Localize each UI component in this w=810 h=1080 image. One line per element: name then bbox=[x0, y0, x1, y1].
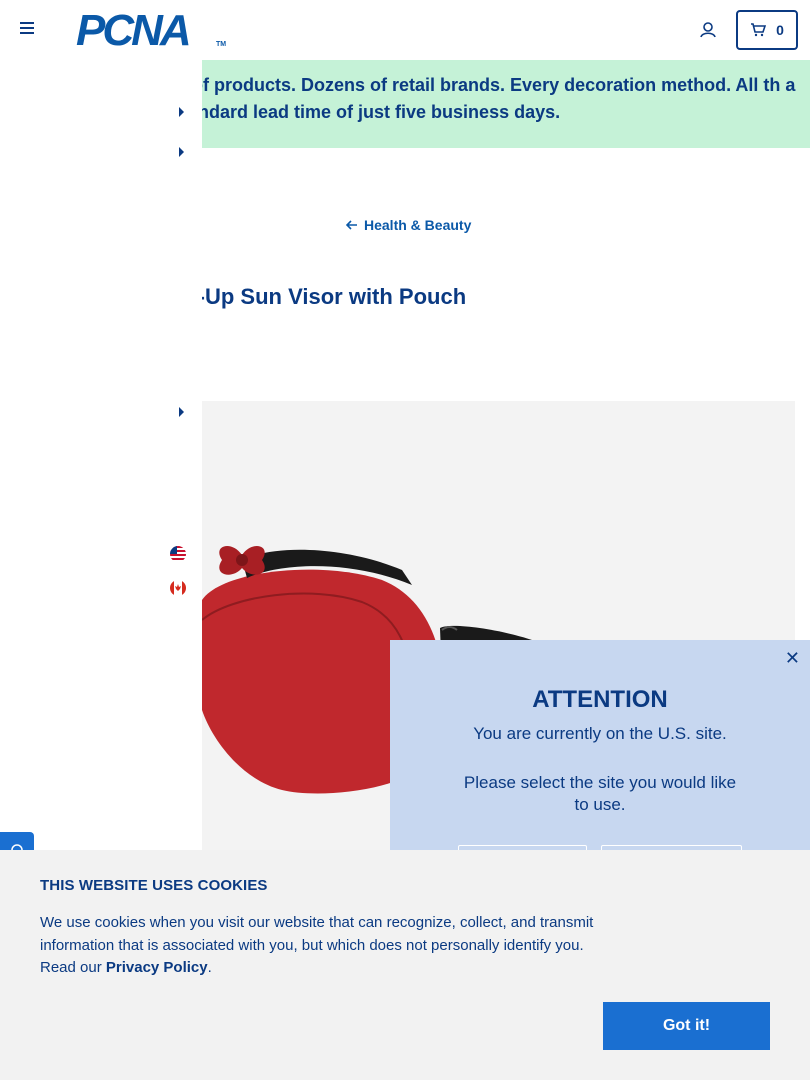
back-to-category-link[interactable]: Health & Beauty bbox=[346, 217, 471, 233]
pcna-logo[interactable]: PCNA TM bbox=[76, 6, 227, 55]
modal-current-site-text: You are currently on the U.S. site. bbox=[473, 724, 727, 743]
cookie-banner: THIS WEBSITE USES COOKIES We use cookies… bbox=[0, 850, 810, 1080]
modal-instruction-text: Please select the site you would like to… bbox=[463, 773, 737, 814]
arrow-left-icon bbox=[346, 220, 357, 230]
us-flag-icon[interactable] bbox=[170, 546, 186, 562]
page: PCNA TM 0 ls of products. Dozens of reta… bbox=[0, 0, 810, 1080]
cart-button[interactable]: 0 bbox=[736, 10, 798, 50]
logo-trademark: TM bbox=[216, 41, 227, 48]
canada-flag-icon[interactable] bbox=[170, 580, 186, 596]
logo-text: PCNA bbox=[76, 6, 192, 55]
cart-icon bbox=[751, 23, 767, 37]
caret-right-icon[interactable] bbox=[177, 407, 187, 417]
cookie-title: THIS WEBSITE USES COOKIES bbox=[40, 877, 268, 894]
got-it-button[interactable]: Got it! bbox=[603, 1002, 770, 1050]
modal-title: ATTENTION bbox=[532, 686, 668, 713]
caret-right-icon[interactable] bbox=[177, 147, 187, 157]
caret-right-icon[interactable] bbox=[177, 107, 187, 117]
menu-icon[interactable] bbox=[20, 22, 36, 38]
close-icon[interactable]: ✕ bbox=[785, 648, 800, 669]
cookie-body: We use cookies when you visit our websit… bbox=[40, 912, 600, 980]
back-link-label: Health & Beauty bbox=[364, 217, 472, 233]
cart-count: 0 bbox=[776, 22, 784, 38]
account-icon[interactable] bbox=[698, 20, 718, 40]
cookie-body-tail: . bbox=[207, 959, 212, 976]
product-title: oll-Up Sun Visor with Pouch bbox=[172, 284, 467, 309]
promo-text: ls of products. Dozens of retail brands.… bbox=[172, 75, 796, 122]
privacy-policy-link[interactable]: Privacy Policy bbox=[106, 959, 208, 976]
site-header: PCNA TM 0 bbox=[0, 0, 810, 60]
